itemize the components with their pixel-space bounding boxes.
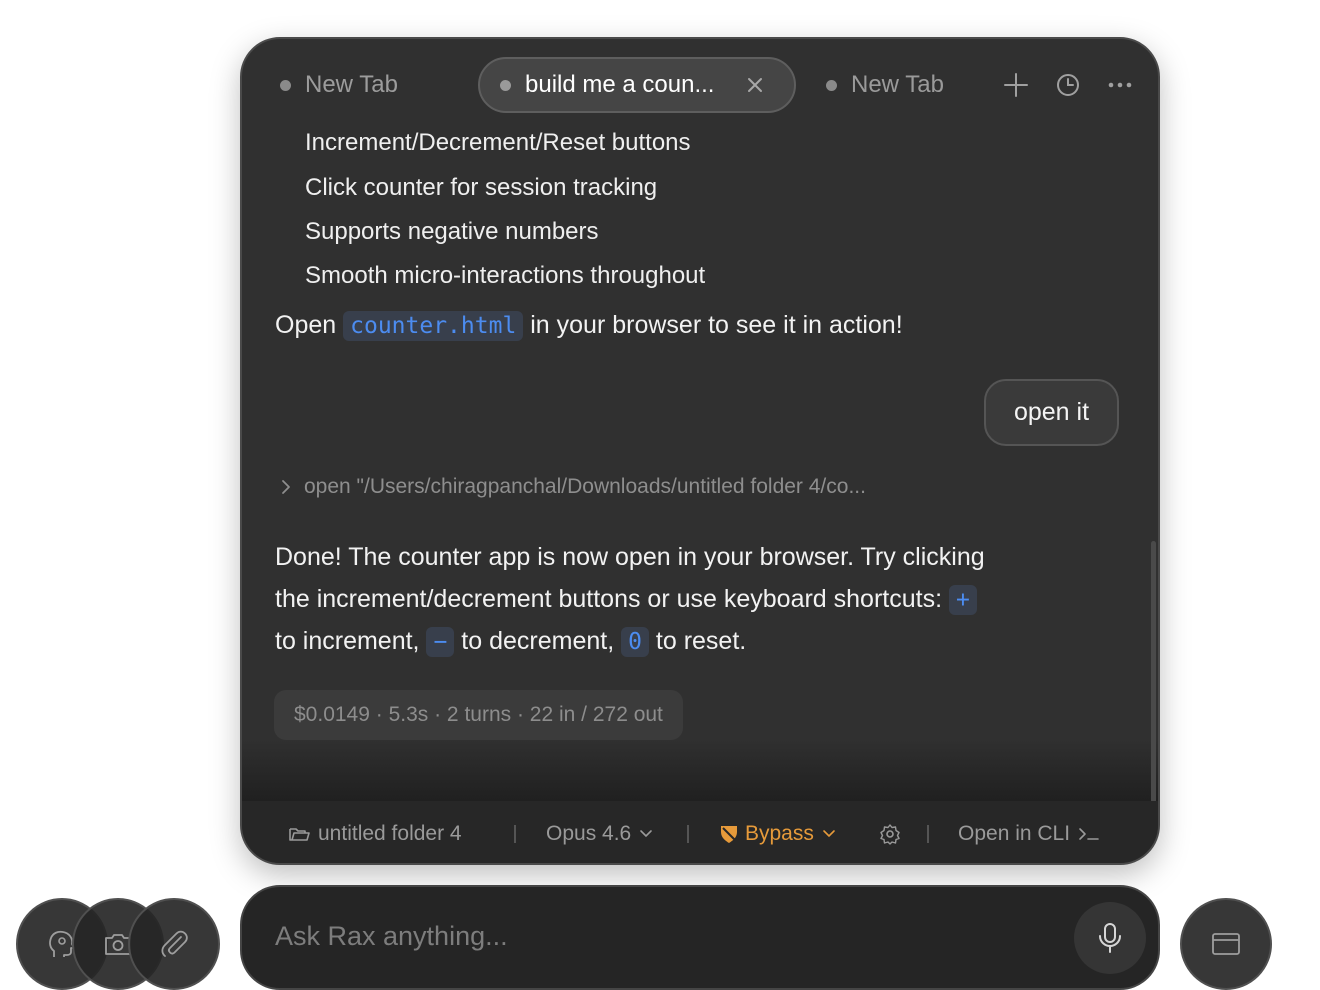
tab-label: New Tab: [305, 71, 398, 98]
reply-line-2: the increment/decrement buttons or use k…: [275, 578, 977, 621]
divider: [514, 825, 516, 843]
tab-status-dot: [826, 79, 837, 91]
list-item: Smooth micro-interactions throughout: [305, 262, 706, 289]
open-prefix: Open: [275, 311, 337, 339]
open-file-paragraph: Open counter.html in your browser to see…: [275, 304, 903, 347]
divider: [927, 825, 929, 843]
file-code-chip: counter.html: [343, 311, 524, 341]
key-zero-chip: 0: [621, 627, 649, 657]
list-item: Click counter for session tracking: [305, 174, 658, 201]
microphone-icon: [1097, 922, 1123, 954]
shield-icon: [720, 824, 738, 844]
reply-text: to increment,: [275, 627, 420, 655]
model-selector[interactable]: Opus 4.6: [546, 822, 653, 846]
model-name: Opus 4.6: [546, 822, 632, 845]
tool-call-row[interactable]: open "/Users/chiragpanchal/Downloads/unt…: [278, 475, 866, 499]
key-plus-chip: +: [948, 585, 977, 615]
permission-mode-selector[interactable]: Bypass: [720, 822, 836, 846]
reply-text: to decrement,: [461, 627, 615, 655]
settings-gear-icon[interactable]: [879, 823, 901, 845]
paperclip-icon: [159, 929, 189, 959]
chat-input-bar[interactable]: Ask Rax anything...: [240, 885, 1160, 990]
tab-label: New Tab: [851, 71, 944, 98]
reply-text: to reset.: [655, 627, 747, 655]
user-message-bubble: open it: [984, 379, 1119, 446]
usage-stats-badge: $0.0149 · 5.3s · 2 turns · 22 in / 272 o…: [274, 690, 683, 740]
open-suffix: in your browser to see it in action!: [530, 311, 903, 339]
key-minus-chip: −: [426, 627, 455, 657]
tab-status-dot: [500, 79, 511, 91]
tab-active-build-counter[interactable]: build me a coun...: [478, 57, 796, 113]
scrollbar[interactable]: [1151, 541, 1156, 803]
permission-mode-label: Bypass: [745, 822, 814, 845]
attach-button[interactable]: [128, 898, 220, 990]
user-message-text: open it: [1013, 398, 1090, 426]
content-fade: [242, 739, 1158, 801]
tab-status-dot: [280, 79, 291, 91]
chevron-right-icon: [278, 479, 294, 495]
chevron-down-icon: [639, 829, 653, 839]
window-toggle-button[interactable]: [1180, 898, 1272, 990]
tab-label: build me a coun...: [525, 71, 715, 98]
more-icon[interactable]: [1105, 70, 1135, 100]
list-item: Supports negative numbers: [305, 218, 599, 245]
session-footer: untitled folder 4 Opus 4.6 Bypass Open i…: [242, 801, 1158, 863]
reply-line-1: Done! The counter app is now open in you…: [275, 543, 985, 571]
chat-panel: New Tab build me a coun... New Tab Incre…: [240, 37, 1160, 865]
microphone-button[interactable]: [1074, 902, 1146, 974]
divider: [687, 825, 689, 843]
chat-input-placeholder[interactable]: Ask Rax anything...: [275, 921, 508, 952]
folder-selector[interactable]: untitled folder 4: [288, 822, 462, 846]
tab-new-tab-2[interactable]: New Tab: [826, 57, 944, 113]
close-tab-icon[interactable]: [742, 72, 768, 98]
tab-new-tab-1[interactable]: New Tab: [280, 57, 398, 113]
reply-line-2-text: the increment/decrement buttons or use k…: [275, 585, 943, 613]
folder-name: untitled folder 4: [318, 822, 462, 845]
chevron-down-icon: [822, 829, 836, 839]
plus-icon[interactable]: [1001, 70, 1031, 100]
terminal-prompt-icon: [1078, 826, 1100, 842]
tool-call-text: open "/Users/chiragpanchal/Downloads/unt…: [304, 475, 866, 498]
history-icon[interactable]: [1053, 70, 1083, 100]
folder-icon: [288, 824, 310, 844]
reply-line-3: to increment, − to decrement, 0 to reset…: [275, 620, 746, 663]
usage-stats-text: $0.0149 · 5.3s · 2 turns · 22 in / 272 o…: [294, 703, 663, 726]
list-item: Increment/Decrement/Reset buttons: [305, 129, 691, 156]
open-in-cli-button[interactable]: Open in CLI: [958, 822, 1100, 846]
window-icon: [1211, 931, 1241, 957]
open-in-cli-label: Open in CLI: [958, 822, 1071, 845]
